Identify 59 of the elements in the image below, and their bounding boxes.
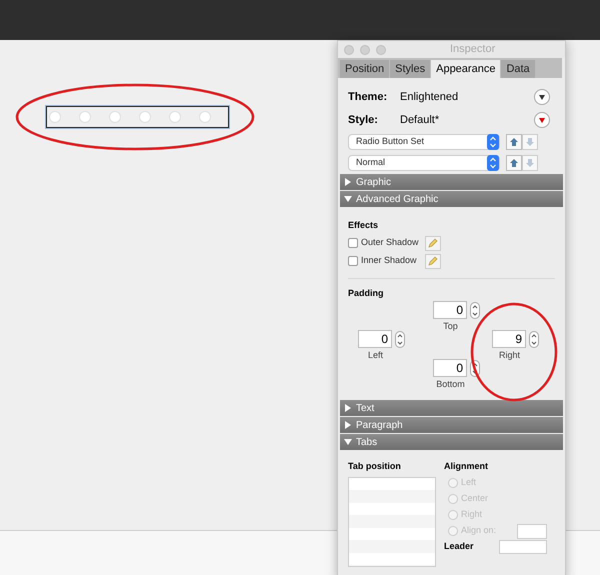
section-header[interactable]: Text: [340, 400, 563, 416]
checkbox[interactable]: [348, 238, 358, 248]
checkbox-label: Inner Shadow: [361, 254, 418, 268]
leader-heading: Leader: [444, 540, 474, 553]
inspector-tab[interactable]: Position: [340, 60, 390, 78]
stepper-icon[interactable]: [395, 330, 405, 348]
property-value: Enlightened: [400, 90, 460, 105]
window-title: Inspector: [450, 42, 496, 58]
leader-field[interactable]: [499, 540, 547, 554]
pencil-button[interactable]: [425, 254, 441, 268]
caret-icon: [539, 94, 545, 100]
menu-button[interactable]: [534, 89, 550, 105]
section-title: Advanced Graphic: [356, 192, 438, 206]
section-title: Text: [356, 402, 374, 416]
triangle-down-icon: [344, 195, 352, 203]
section-header[interactable]: Advanced Graphic: [340, 191, 563, 207]
chevron-updown-icon: [487, 155, 499, 171]
upload-icon[interactable]: [506, 155, 522, 171]
number-field[interactable]: 0: [433, 359, 467, 377]
checkbox[interactable]: [348, 256, 358, 266]
triangle-right-icon: [344, 404, 352, 412]
alignment-heading: Alignment: [444, 460, 489, 473]
triangle-right-icon: [344, 178, 352, 186]
triangle-right-icon: [344, 421, 352, 429]
section-header[interactable]: Paragraph: [340, 417, 563, 433]
property-value: Default*: [400, 112, 440, 128]
number-field[interactable]: 0: [358, 330, 392, 348]
stepper-icon[interactable]: [529, 330, 539, 348]
field-label: Top: [443, 321, 459, 331]
chevron-updown-icon: [487, 134, 499, 150]
property-label: Style:: [348, 112, 379, 128]
field-label: Right: [498, 350, 521, 360]
inspector-tab[interactable]: Appearance: [431, 60, 500, 78]
checkbox-label: Outer Shadow: [361, 236, 420, 250]
radio-set-drawing[interactable]: [46, 106, 229, 128]
pencil-button[interactable]: [425, 236, 441, 250]
stepper-icon[interactable]: [470, 302, 480, 318]
padding-heading: Padding: [348, 286, 384, 300]
effects-heading: Effects: [348, 219, 380, 232]
align-on-field[interactable]: [517, 524, 547, 538]
field-label: Left: [368, 350, 384, 360]
section-header[interactable]: Tabs: [340, 434, 563, 450]
section-header[interactable]: Graphic: [340, 174, 563, 190]
number-field[interactable]: 9: [492, 330, 526, 348]
popup-menu[interactable]: Radio Button Set: [348, 134, 500, 150]
inspector-tab[interactable]: Data: [501, 60, 535, 78]
field-label: Bottom: [436, 379, 466, 389]
property-label: Theme:: [348, 90, 388, 105]
section-title: Paragraph: [356, 418, 403, 432]
section-title: Tabs: [356, 436, 378, 450]
popup-menu[interactable]: Normal: [348, 155, 500, 171]
section-title: Graphic: [356, 176, 392, 190]
inspector-tab[interactable]: Styles: [390, 60, 430, 78]
tab-position-heading: Tab position: [348, 460, 402, 473]
upload-icon[interactable]: [506, 134, 522, 150]
caret-icon: [539, 118, 545, 122]
tab-position-list[interactable]: [348, 476, 436, 566]
number-field[interactable]: 0: [433, 301, 467, 319]
triangle-down-icon: [344, 438, 352, 446]
